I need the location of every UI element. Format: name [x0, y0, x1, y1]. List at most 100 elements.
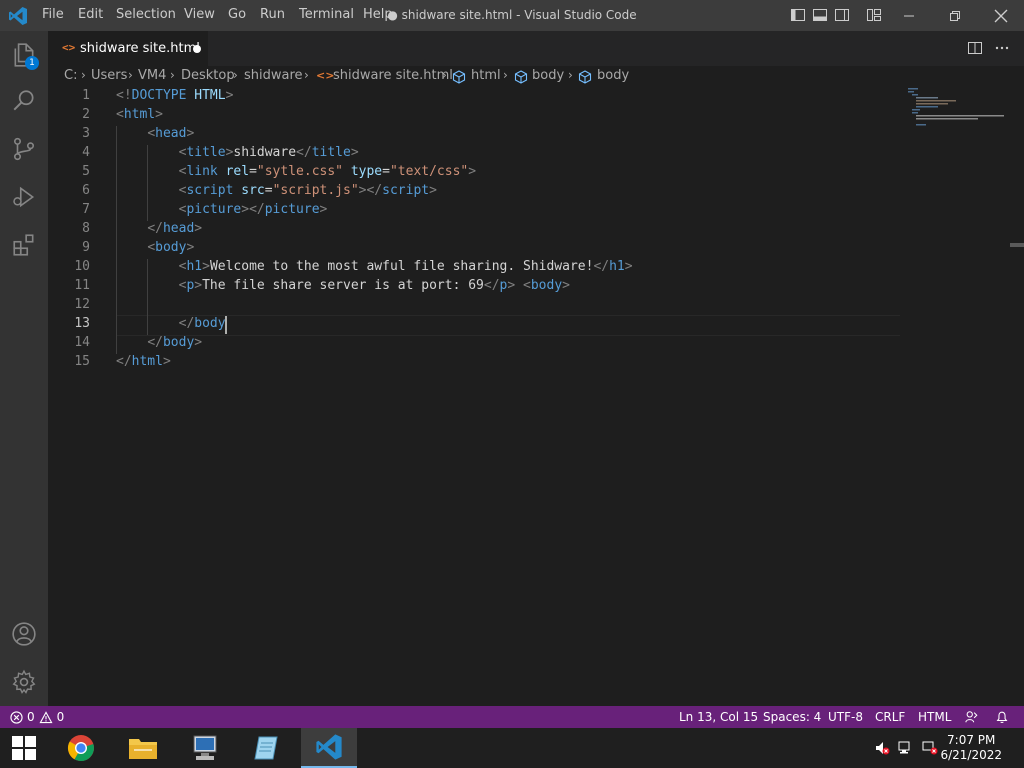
- toggle-primary-sidebar-icon[interactable]: [790, 7, 806, 23]
- extensions-button[interactable]: [0, 221, 48, 269]
- line-number: 14: [74, 335, 90, 350]
- tab-shidware-site-html[interactable]: <> shidware site.html: [48, 31, 208, 66]
- source-control-icon: [13, 137, 35, 161]
- code-line[interactable]: </html>: [116, 354, 171, 369]
- code-token: </: [147, 335, 163, 350]
- system-clock[interactable]: 7:07 PM 6/21/2022: [940, 733, 1002, 763]
- code-editor[interactable]: 1 2 3 4 5 6 7 8 9 10 11 12 13 14 15 <!DOCTYPE HTML> <ht…: [48, 88, 1008, 706]
- taskbar-file-explorer[interactable]: [115, 728, 171, 768]
- more-actions-icon[interactable]: [994, 40, 1010, 56]
- toggle-secondary-sidebar-icon[interactable]: [834, 7, 850, 23]
- minimize-button[interactable]: [886, 0, 932, 31]
- unsaved-dot-icon[interactable]: [193, 45, 201, 53]
- line-number: 11: [74, 278, 90, 293]
- menu-go[interactable]: Go: [228, 7, 246, 22]
- breadcrumb-shidware[interactable]: shidware: [244, 68, 303, 83]
- code-token: >: [624, 259, 633, 274]
- code-token: html: [123, 107, 156, 122]
- breadcrumb-body-inner[interactable]: body: [597, 68, 629, 83]
- customize-layout-icon[interactable]: [866, 7, 882, 23]
- line-number: 12: [74, 297, 90, 312]
- code-line[interactable]: <body>: [116, 240, 194, 255]
- code-token: type: [350, 164, 383, 179]
- gear-icon: [12, 669, 36, 694]
- encoding[interactable]: UTF-8: [828, 710, 863, 724]
- split-editor-icon[interactable]: [967, 40, 983, 56]
- close-icon: [994, 9, 1008, 22]
- volume-muted-icon[interactable]: [874, 740, 890, 756]
- symbol-element-icon: [578, 70, 592, 84]
- line-ending[interactable]: CRLF: [875, 710, 905, 724]
- menu-help[interactable]: Help: [363, 7, 393, 22]
- feedback-icon[interactable]: [964, 710, 979, 724]
- breadcrumb-desktop[interactable]: Desktop: [181, 68, 235, 83]
- code-line[interactable]: </body: [116, 316, 226, 331]
- start-button[interactable]: [0, 728, 48, 768]
- error-count: 0: [27, 710, 35, 724]
- menu-selection[interactable]: Selection: [116, 7, 176, 22]
- code-line[interactable]: <h1>Welcome to the most awful file shari…: [116, 259, 633, 274]
- close-window-button[interactable]: [978, 0, 1024, 31]
- windows-taskbar: 7:07 PM 6/21/2022: [0, 728, 1024, 768]
- cursor-position[interactable]: Ln 13, Col 15: [679, 710, 758, 724]
- text-cursor: [225, 316, 228, 334]
- source-control-button[interactable]: [0, 125, 48, 173]
- breadcrumb-file[interactable]: shidware site.html: [333, 68, 453, 83]
- taskbar-notepad[interactable]: [239, 728, 295, 768]
- run-debug-icon: [13, 186, 35, 208]
- taskbar-vscode[interactable]: [301, 728, 357, 768]
- taskbar-chrome[interactable]: [53, 728, 109, 768]
- minimap[interactable]: [906, 88, 1010, 128]
- code-line[interactable]: <script src="script.js"></script>: [116, 183, 437, 198]
- code-line[interactable]: </head>: [116, 221, 202, 236]
- scrollbar-thumb[interactable]: [1010, 243, 1024, 247]
- network-error-icon[interactable]: [922, 740, 938, 756]
- chrome-icon: [67, 735, 94, 762]
- code-line[interactable]: <p>The file share server is at port: 69<…: [116, 278, 570, 293]
- manage-button[interactable]: [0, 658, 48, 706]
- code-token: h1: [186, 259, 203, 274]
- accounts-button[interactable]: [0, 610, 48, 658]
- code-token: =: [382, 164, 390, 179]
- search-button[interactable]: [0, 77, 48, 125]
- run-debug-button[interactable]: [0, 173, 48, 221]
- code-token: link: [186, 164, 218, 179]
- menu-view[interactable]: View: [184, 7, 215, 22]
- line-number: 10: [74, 259, 90, 274]
- problems-indicator[interactable]: 0 0: [10, 710, 64, 724]
- code-line[interactable]: <html>: [116, 107, 163, 122]
- bell-icon[interactable]: [995, 710, 1009, 724]
- menu-run[interactable]: Run: [260, 7, 285, 22]
- breadcrumb-users[interactable]: Users: [91, 68, 127, 83]
- code-token: title: [186, 145, 226, 160]
- menu-edit[interactable]: Edit: [78, 7, 103, 22]
- line-number: 13: [74, 316, 90, 331]
- vertical-scrollbar[interactable]: [1010, 88, 1024, 706]
- taskbar-remote-desktop[interactable]: [177, 728, 233, 768]
- breadcrumb-vm4[interactable]: VM4: [138, 68, 166, 83]
- indentation[interactable]: Spaces: 4: [763, 710, 821, 724]
- chevron-right-icon: ›: [568, 68, 573, 82]
- code-token: body: [194, 316, 226, 331]
- breadcrumb-body[interactable]: body: [532, 68, 564, 83]
- code-token: HTML: [186, 88, 226, 103]
- code-line[interactable]: <link rel="sytle.css" type="text/css">: [116, 164, 476, 179]
- network-icon[interactable]: [898, 740, 914, 756]
- code-line[interactable]: <title>shidware</title>: [116, 145, 359, 160]
- breadcrumb-drive[interactable]: C:: [64, 68, 77, 83]
- code-token: html: [131, 354, 163, 369]
- code-token: </: [178, 316, 195, 331]
- restore-button[interactable]: [932, 0, 978, 31]
- code-line[interactable]: <!DOCTYPE HTML>: [116, 88, 233, 103]
- line-number: 15: [74, 354, 90, 369]
- menu-terminal[interactable]: Terminal: [299, 7, 354, 22]
- code-line[interactable]: <head>: [116, 126, 194, 141]
- toggle-panel-icon[interactable]: [812, 7, 828, 23]
- code-line[interactable]: </body>: [116, 335, 202, 350]
- language-mode[interactable]: HTML: [918, 710, 951, 724]
- code-token: >: [350, 145, 359, 160]
- breadcrumb-html[interactable]: html: [471, 68, 501, 83]
- explorer-button[interactable]: 1: [0, 31, 48, 79]
- menu-file[interactable]: File: [42, 7, 64, 22]
- code-token: "script.js": [272, 183, 359, 198]
